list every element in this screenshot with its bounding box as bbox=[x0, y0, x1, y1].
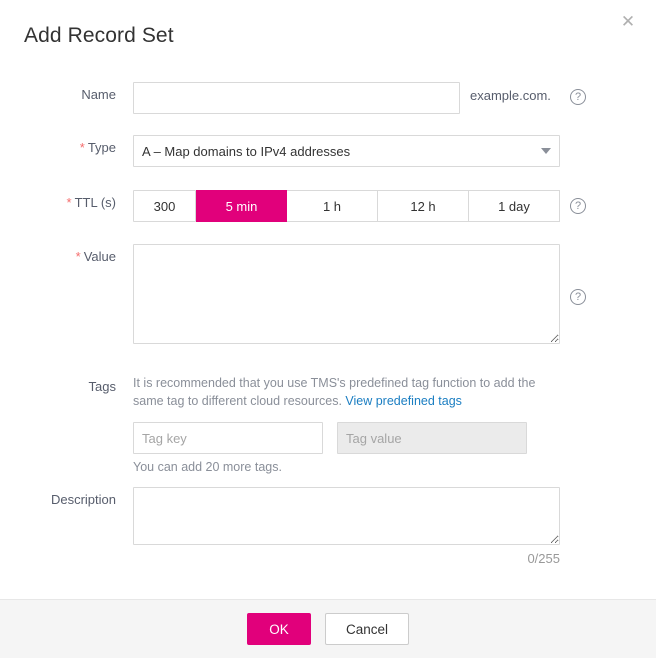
field-row-name: Name example.com. ? bbox=[0, 82, 656, 114]
ttl-label-text: TTL (s) bbox=[74, 195, 116, 210]
tags-label: Tags bbox=[88, 379, 116, 394]
field-row-ttl: *TTL (s) 5 min 1 h 12 h 1 day ? bbox=[0, 190, 656, 222]
ttl-input[interactable] bbox=[133, 190, 196, 222]
field-row-description: Description 0/255 bbox=[0, 487, 656, 566]
help-circle-icon[interactable]: ? bbox=[570, 289, 586, 305]
tag-key-input[interactable] bbox=[133, 422, 323, 454]
value-label: * Value bbox=[0, 244, 116, 264]
tags-control: It is recommended that you use TMS's pre… bbox=[133, 374, 557, 474]
dialog-body: Name example.com. ? * Type A – Map domain… bbox=[0, 72, 656, 599]
chevron-down-icon bbox=[541, 148, 551, 154]
description-counter: 0/255 bbox=[527, 551, 560, 566]
field-row-value: * Value ? bbox=[0, 244, 656, 344]
ok-button[interactable]: OK bbox=[246, 613, 311, 645]
tag-pair-row bbox=[133, 422, 557, 454]
name-suffix: example.com. bbox=[470, 88, 551, 103]
dialog-header: Add Record Set ✕ bbox=[0, 0, 656, 72]
ttl-preset-1h[interactable]: 1 h bbox=[287, 190, 378, 222]
close-icon[interactable]: ✕ bbox=[616, 10, 640, 34]
required-marker: * bbox=[79, 140, 85, 155]
help-circle-icon[interactable]: ? bbox=[570, 198, 586, 214]
ttl-label: * TTL (s) bbox=[0, 190, 116, 210]
field-row-tags: Tags It is recommended that you use TMS'… bbox=[0, 374, 656, 474]
name-label: Name bbox=[81, 87, 116, 102]
description-textarea[interactable] bbox=[133, 487, 560, 545]
value-textarea[interactable] bbox=[133, 244, 560, 344]
view-predefined-tags-link[interactable]: View predefined tags bbox=[345, 394, 462, 408]
tag-value-input[interactable] bbox=[337, 422, 527, 454]
description-control: 0/255 bbox=[133, 487, 560, 566]
name-control: example.com. bbox=[133, 82, 551, 114]
value-help-slot: ? bbox=[570, 288, 588, 305]
type-select-value: A – Map domains to IPv4 addresses bbox=[142, 143, 351, 159]
value-label-text: Value bbox=[83, 249, 116, 264]
type-label: * Type bbox=[0, 135, 116, 155]
value-control bbox=[133, 244, 560, 344]
ttl-preset-12h[interactable]: 12 h bbox=[378, 190, 469, 222]
add-record-set-dialog: Add Record Set ✕ Name example.com. ? * Ty… bbox=[0, 0, 656, 658]
ttl-group: 5 min 1 h 12 h 1 day bbox=[133, 190, 560, 222]
ttl-help-slot: ? bbox=[570, 197, 588, 214]
dialog-footer: OK Cancel bbox=[0, 599, 656, 658]
name-help-slot: ? bbox=[570, 88, 588, 105]
type-select[interactable]: A – Map domains to IPv4 addresses bbox=[133, 135, 560, 167]
required-marker: * bbox=[75, 249, 81, 264]
type-control: A – Map domains to IPv4 addresses bbox=[133, 135, 560, 167]
type-label-text: Type bbox=[87, 140, 116, 155]
required-marker: * bbox=[66, 195, 72, 210]
cancel-button[interactable]: Cancel bbox=[324, 613, 410, 645]
page-title: Add Record Set bbox=[24, 24, 174, 47]
name-input[interactable] bbox=[133, 82, 460, 114]
description-label: Description bbox=[50, 492, 116, 507]
ttl-control: 5 min 1 h 12 h 1 day bbox=[133, 190, 560, 222]
tags-note: You can add 20 more tags. bbox=[133, 460, 282, 474]
help-circle-icon[interactable]: ? bbox=[570, 89, 586, 105]
tags-hint-text: It is recommended that you use TMS's pre… bbox=[133, 376, 536, 408]
field-row-type: * Type A – Map domains to IPv4 addresses bbox=[0, 135, 656, 167]
tags-hint: It is recommended that you use TMS's pre… bbox=[133, 374, 557, 410]
ttl-preset-1day[interactable]: 1 day bbox=[469, 190, 560, 222]
ttl-preset-5min[interactable]: 5 min bbox=[196, 190, 287, 222]
